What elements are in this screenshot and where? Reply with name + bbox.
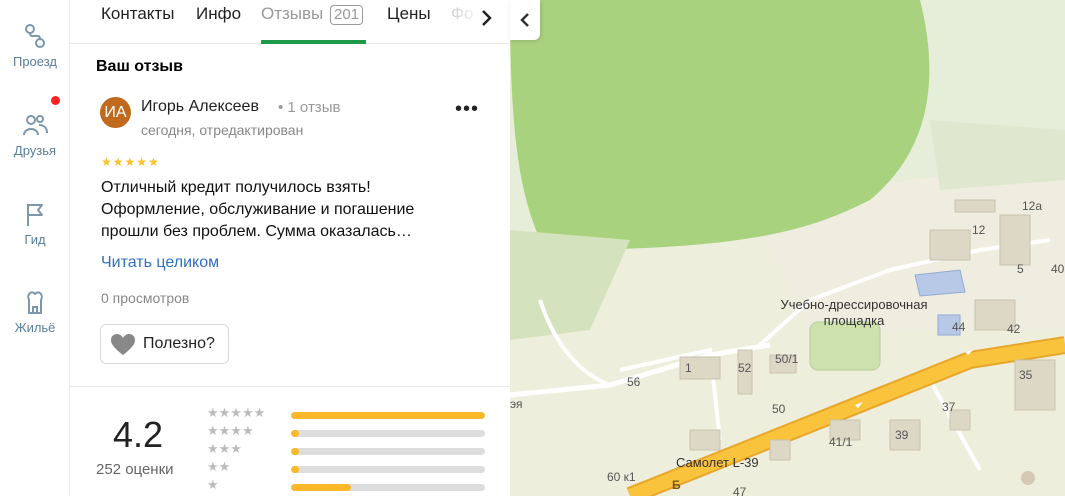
rating-count: 252 оценки: [96, 461, 174, 478]
useful-button[interactable]: Полезно?: [100, 324, 229, 364]
map-canvas: [510, 0, 1065, 496]
rating-row-fill: [291, 448, 299, 455]
tab-prices[interactable]: Цены: [387, 4, 431, 24]
rail-item-housing[interactable]: Жильё: [0, 288, 70, 335]
rail-item-friends[interactable]: Друзья: [0, 111, 70, 158]
map-label-street: Б: [672, 478, 681, 492]
rating-row-bar: [291, 430, 485, 437]
chevron-left-icon: [520, 13, 529, 27]
rating-row-fill: [291, 484, 352, 491]
rating-row-fill: [291, 412, 485, 419]
review-text: Отличный кредит получилось взять! Оформл…: [101, 179, 415, 240]
rating-row-bar: [291, 448, 485, 455]
map-label-50: 50: [772, 402, 786, 416]
map-place-airplane[interactable]: Самолет L-39: [676, 455, 759, 471]
app-root: Проезд Друзья Гид Жильё Контакты Инфо От…: [0, 0, 1065, 496]
map-label-5: 5: [1017, 262, 1024, 276]
rating-row-bar: [291, 484, 485, 491]
map-label-42: 42: [1007, 322, 1021, 336]
rating-row-fill: [291, 430, 299, 437]
rating-row-stars: ★★★★: [207, 423, 254, 438]
map-label-12a: 12а: [1022, 199, 1043, 213]
map-view[interactable]: 12а 12 5 40 44 42 50/1 52 1 56 50 35 37 …: [510, 0, 1065, 496]
views-count: 0 просмотров: [101, 290, 190, 306]
author-name[interactable]: Игорь Алексеев: [141, 98, 259, 116]
map-label-47: 47: [733, 485, 747, 496]
section-divider: [70, 386, 510, 387]
review-date: сегодня, отредактирован: [141, 122, 304, 138]
map-label-60-k1: 60 к1: [607, 470, 636, 484]
map-label-40: 40: [1051, 262, 1065, 276]
map-label-39: 39: [895, 428, 909, 442]
rail-label-route: Проезд: [12, 54, 57, 69]
rating-row-stars: ★★: [207, 459, 231, 474]
rail-label-friends: Друзья: [13, 143, 57, 158]
map-label-35: 35: [1019, 368, 1033, 382]
tab-contacts[interactable]: Контакты: [101, 4, 174, 24]
map-label-12: 12: [972, 223, 986, 237]
rating-value: 4.2: [113, 414, 164, 455]
tab-reviews[interactable]: Отзывы 201: [261, 4, 364, 25]
flag-icon: [27, 204, 43, 226]
map-label-44: 44: [952, 320, 966, 334]
map-place-training-ground[interactable]: Учебно-дрессировочная площадка: [772, 297, 936, 329]
tab-bar: Контакты Инфо Отзывы 201 Цены Фо: [70, 0, 510, 44]
your-review-heading: Ваш отзыв: [96, 58, 183, 75]
rail-item-route[interactable]: Проезд: [0, 22, 70, 69]
route-icon: [25, 24, 45, 48]
rail-label-guide: Гид: [24, 232, 46, 247]
map-label-52: 52: [738, 361, 752, 375]
rating-row-stars: ★★★★★: [207, 405, 266, 420]
left-rail: Проезд Друзья Гид Жильё: [0, 0, 70, 496]
friends-icon: [23, 115, 48, 136]
chevron-right-icon[interactable]: [480, 8, 494, 28]
rating-row-fill: [291, 466, 299, 473]
map-label-1: 1: [685, 361, 692, 375]
map-label-37: 37: [942, 400, 956, 414]
tab-reviews-label: Отзывы: [261, 4, 324, 23]
map-label-edge: эя: [510, 397, 523, 411]
avatar[interactable]: ИА: [100, 97, 131, 128]
rating-row-bar: [291, 412, 485, 419]
house-icon: [27, 291, 43, 314]
review-stars: ★★★★★: [101, 155, 160, 169]
rating-row-stars: ★★★: [207, 441, 242, 456]
map-label-50-1: 50/1: [775, 352, 799, 366]
map-label-56: 56: [627, 375, 641, 389]
rating-row-bar: [291, 466, 485, 473]
rail-item-guide[interactable]: Гид: [0, 200, 70, 247]
heart-icon: [111, 334, 135, 355]
active-tab-underline: [261, 40, 366, 44]
collapse-panel-button[interactable]: [510, 0, 540, 40]
rating-row-stars: ★: [207, 477, 219, 492]
useful-label: Полезно?: [143, 335, 215, 352]
reviews-count-badge: 201: [330, 5, 364, 25]
author-review-count: • 1 отзыв: [278, 99, 341, 116]
org-panel: Контакты Инфо Отзывы 201 Цены Фо Ваш отз…: [70, 0, 510, 496]
more-options-button[interactable]: •••: [455, 98, 479, 121]
rail-label-housing: Жильё: [14, 320, 56, 335]
map-label-41-1: 41/1: [829, 435, 853, 449]
tab-info[interactable]: Инфо: [196, 4, 241, 24]
read-more-link[interactable]: Читать целиком: [101, 254, 219, 272]
notification-dot: [51, 96, 60, 105]
